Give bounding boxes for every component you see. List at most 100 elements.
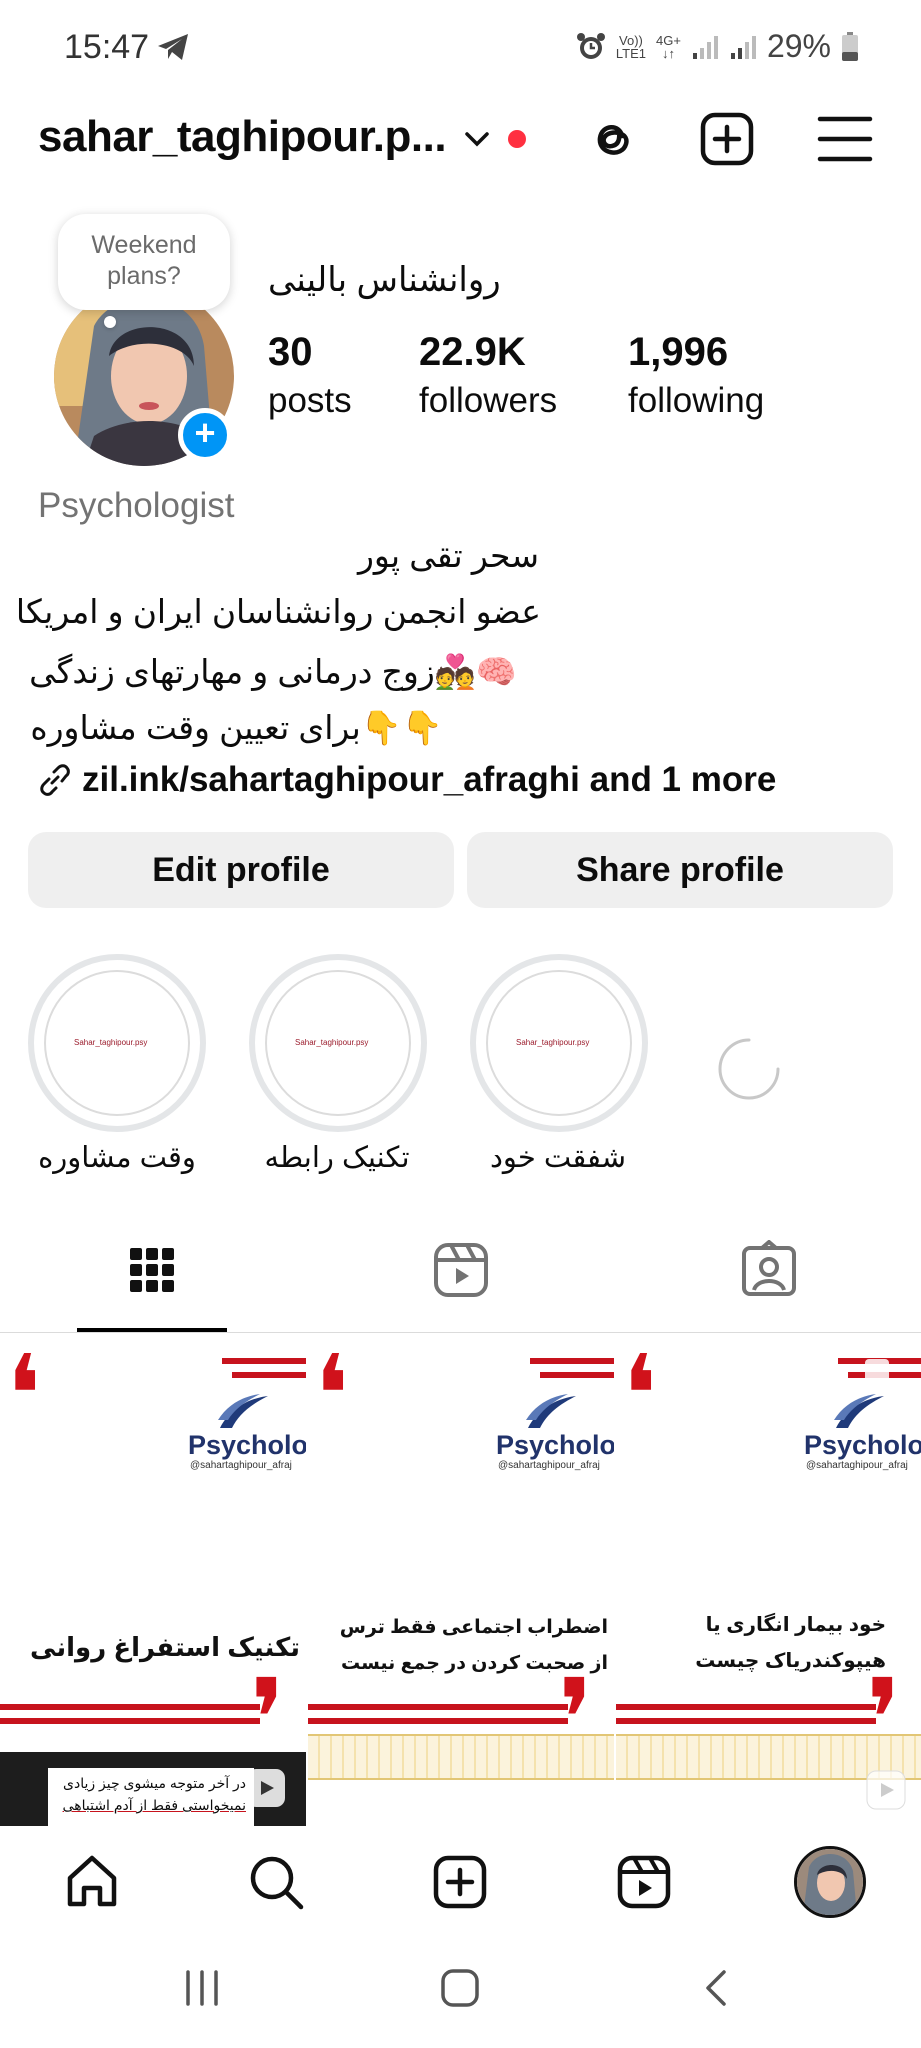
edit-profile-button[interactable]: Edit profile bbox=[28, 832, 454, 908]
highlight-logo: Sahar_taghipour.psy bbox=[295, 1038, 369, 1047]
red-stripe bbox=[308, 1704, 568, 1710]
reel-caption-line: در آخر متوجه میشوی چیز زیادی bbox=[63, 1775, 246, 1791]
avatar-photo bbox=[797, 1849, 863, 1915]
highlight-cover: Sahar_taghipour.psy bbox=[44, 970, 190, 1116]
reel-icon bbox=[866, 1770, 906, 1810]
bio-line: 🧠💑زوج درمانی و مهارتهای زندگی bbox=[29, 653, 517, 690]
stat-label: followers bbox=[419, 381, 558, 420]
red-stripe bbox=[0, 1718, 260, 1724]
red-stripe bbox=[540, 1372, 614, 1378]
signal-icon bbox=[730, 35, 756, 59]
quote-mark: ❛ bbox=[622, 1334, 658, 1459]
volte-indicator: Vo)) LTE1 bbox=[615, 32, 647, 61]
brand-logo-icon bbox=[526, 1394, 576, 1428]
reel-caption-line: نمیخواستی فقط از آدم اشتباهی bbox=[62, 1797, 246, 1813]
bio-line: سحر تقی پور bbox=[357, 537, 539, 574]
highlight-cover: Sahar_taghipour.psy bbox=[486, 970, 632, 1116]
active-tab-indicator bbox=[77, 1328, 227, 1332]
brand-name: Psycholog bbox=[496, 1430, 614, 1460]
profile-note[interactable]: Weekend plans? bbox=[58, 214, 230, 310]
grid-tab-icon[interactable] bbox=[122, 1240, 182, 1300]
highlight-1[interactable]: Sahar_taghipour.psy bbox=[28, 954, 206, 1132]
stat-posts[interactable]: 30 posts bbox=[268, 330, 352, 421]
red-stripe bbox=[0, 1704, 260, 1710]
new-post-icon[interactable] bbox=[698, 110, 756, 168]
notification-dot bbox=[508, 130, 526, 148]
brand-handle: @sahartaghipour_afraj bbox=[498, 1460, 600, 1471]
red-stripe bbox=[530, 1358, 614, 1364]
profile-nav-avatar[interactable] bbox=[794, 1846, 866, 1918]
stat-value: 30 bbox=[268, 330, 313, 374]
post-tile[interactable]: ❛ Psycholog @sahartaghipour_afraj خود بی… bbox=[616, 1334, 921, 1826]
brand-handle: @sahartaghipour_afraj bbox=[190, 1460, 292, 1471]
profile-link-text: zil.ink/sahartaghipour_afraghi and 1 mor… bbox=[82, 760, 777, 799]
highlight-label: تکنیک رابطه bbox=[264, 1142, 410, 1174]
red-stripe bbox=[232, 1372, 306, 1378]
post-tile[interactable]: ❛ Psycholog @sahartaghipour_afraj تکنیک … bbox=[0, 1334, 306, 1826]
post-title: خود بیمار انگاری یا bbox=[705, 1614, 886, 1636]
alarm-icon bbox=[576, 32, 605, 59]
post-title: هیپوکندریاک چیست bbox=[695, 1650, 886, 1672]
signal-icon bbox=[692, 35, 718, 59]
threads-icon[interactable] bbox=[582, 110, 640, 168]
quote-mark: ❛ bbox=[6, 1334, 42, 1459]
reel-icon bbox=[247, 1769, 285, 1807]
link-icon bbox=[40, 764, 70, 796]
carousel-icon bbox=[865, 1359, 889, 1383]
recent-apps-icon[interactable] bbox=[180, 1966, 224, 2010]
search-icon[interactable] bbox=[246, 1852, 306, 1912]
battery-percent: 29% bbox=[766, 28, 831, 64]
reel-preview: در آخر متوجه میشوی چیز زیادی نمیخواستی ف… bbox=[0, 1752, 306, 1826]
note-text-line2: plans? bbox=[107, 262, 181, 290]
profile-username[interactable]: sahar_taghipour.p... bbox=[38, 112, 447, 162]
highlight-label: شفقت خود bbox=[490, 1142, 626, 1174]
stat-value: 22.9K bbox=[419, 330, 526, 374]
home-icon[interactable] bbox=[62, 1852, 122, 1912]
chevron-down-icon[interactable] bbox=[462, 124, 492, 154]
red-stripe bbox=[222, 1358, 306, 1364]
add-story-badge[interactable]: + bbox=[178, 408, 232, 462]
back-icon[interactable] bbox=[696, 1966, 740, 2010]
tagged-tab-icon[interactable] bbox=[739, 1240, 799, 1300]
create-post-icon[interactable] bbox=[430, 1852, 490, 1912]
bio-line: عضو انجمن روانشناسان ایران و امریکا bbox=[15, 593, 541, 630]
highlight-logo: Sahar_taghipour.psy bbox=[516, 1038, 590, 1047]
quote-mark: ❛ bbox=[314, 1334, 350, 1459]
post-tile[interactable]: ❛ Psycholog @sahartaghipour_afraj اضطراب… bbox=[308, 1334, 614, 1826]
stat-label: following bbox=[628, 381, 765, 420]
post-title: اضطراب اجتماعی فقط ترس bbox=[339, 1617, 608, 1638]
bio-line: 👇👇برای تعیین وقت مشاوره bbox=[30, 709, 443, 746]
system-icons: Vo)) LTE1 4G+ ↓↑ 29% bbox=[576, 28, 859, 65]
brand-name: Psycholog bbox=[188, 1430, 306, 1460]
note-bubble-tail bbox=[104, 316, 116, 328]
brand-handle: @sahartaghipour_afraj bbox=[806, 1460, 908, 1471]
tab-divider bbox=[0, 1332, 921, 1333]
highlight-label: وقت مشاوره bbox=[38, 1142, 196, 1174]
note-text-line1: Weekend bbox=[91, 231, 197, 259]
reels-tab-icon[interactable] bbox=[431, 1240, 491, 1300]
brand-logo-icon bbox=[218, 1394, 268, 1428]
battery-icon bbox=[842, 31, 858, 61]
brand-name: Psycholog bbox=[804, 1430, 921, 1460]
send-icon bbox=[158, 34, 188, 60]
share-profile-button[interactable]: Share profile bbox=[467, 832, 893, 908]
red-stripe bbox=[616, 1718, 876, 1724]
profile-link[interactable]: zil.ink/sahartaghipour_afraghi and 1 mor… bbox=[38, 760, 776, 800]
highlight-cover: Sahar_taghipour.psy bbox=[265, 970, 411, 1116]
network-indicator: 4G+ ↓↑ bbox=[656, 32, 681, 61]
highlight-2[interactable]: Sahar_taghipour.psy bbox=[249, 954, 427, 1132]
stat-followers[interactable]: 22.9K followers bbox=[419, 330, 557, 421]
highlight-3[interactable]: Sahar_taghipour.psy bbox=[470, 954, 648, 1132]
menu-icon[interactable] bbox=[816, 110, 874, 168]
home-button-icon[interactable] bbox=[438, 1966, 482, 2010]
stat-value: 1,996 bbox=[628, 330, 729, 374]
profile-category: Psychologist bbox=[38, 486, 235, 525]
profile-full-name: روانشناس بالینی bbox=[268, 261, 501, 299]
stat-label: posts bbox=[268, 381, 352, 420]
stat-following[interactable]: 1,996 following bbox=[628, 330, 764, 421]
red-stripe bbox=[308, 1718, 568, 1724]
reels-icon[interactable] bbox=[614, 1852, 674, 1912]
red-stripe bbox=[616, 1704, 876, 1710]
loading-spinner-icon bbox=[718, 1038, 780, 1100]
highlight-logo: Sahar_taghipour.psy bbox=[74, 1038, 148, 1047]
